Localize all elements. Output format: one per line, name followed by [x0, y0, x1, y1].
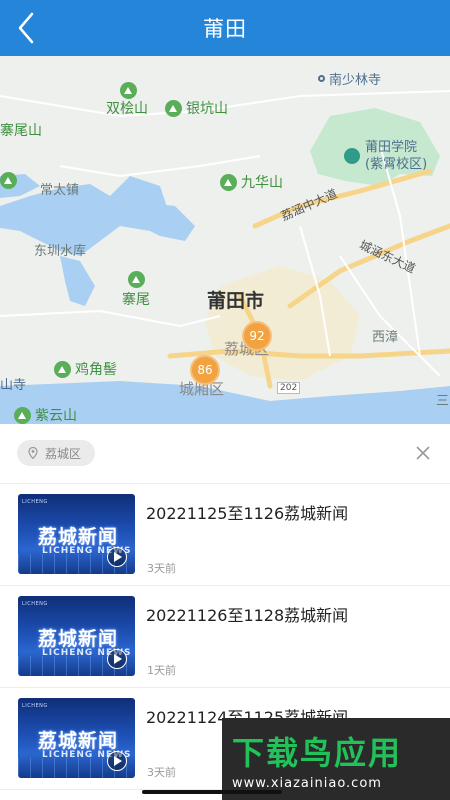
- video-thumbnail[interactable]: LICHENG 荔城新闻 LICHENG NEWS: [18, 698, 135, 778]
- cluster-marker[interactable]: 92: [242, 321, 272, 351]
- poi-yinkeng-mountain[interactable]: 银坑山: [165, 98, 228, 118]
- poi-dot-icon: [318, 75, 325, 82]
- watermark: 下载鸟应用 www.xiazainiao.com: [222, 718, 450, 800]
- page-title: 莆田: [203, 17, 247, 41]
- chevron-left-icon[interactable]: [10, 10, 46, 46]
- list-item[interactable]: LICHENG 荔城新闻 LICHENG NEWS 20221125至1126荔…: [0, 484, 450, 586]
- district-chip-label: 荔城区: [45, 446, 82, 461]
- mountain-icon: [165, 99, 182, 117]
- cluster-marker[interactable]: 86: [190, 355, 220, 385]
- poi-green-edge[interactable]: [0, 172, 21, 189]
- poi-green[interactable]: [120, 82, 141, 99]
- place-xizhang: 西漳: [372, 330, 399, 345]
- place-edge: 三: [436, 394, 450, 409]
- poi-zhaiwei-mountain[interactable]: 寨尾山: [0, 120, 42, 140]
- play-icon[interactable]: [107, 751, 127, 771]
- poi-jiuhua-mountain[interactable]: 九华山: [220, 172, 283, 192]
- poi-zhaiwei[interactable]: 寨尾: [122, 289, 150, 309]
- poi-green[interactable]: [128, 271, 149, 288]
- video-thumbnail[interactable]: LICHENG 荔城新闻 LICHENG NEWS: [18, 596, 135, 676]
- location-pin-icon: [28, 447, 38, 459]
- mountain-icon: [120, 82, 137, 99]
- header-bar: 莆田: [0, 0, 450, 56]
- district-chip[interactable]: 荔城区: [17, 440, 96, 466]
- city-label: 莆田市: [207, 290, 265, 312]
- home-indicator[interactable]: [142, 790, 282, 794]
- mountain-icon: [220, 173, 237, 191]
- poi-shuanggui-mountain[interactable]: 双桧山: [106, 98, 148, 118]
- page: 莆田 南少林寺 双桧山 银坑山 寨尾山 莆田学院 (紫霄校区) 常太镇 九华山 …: [0, 0, 450, 800]
- play-icon[interactable]: [107, 547, 127, 567]
- poi-jijiaoji[interactable]: 鸡角髻: [54, 359, 117, 379]
- watermark-title: 下载鸟应用: [232, 734, 403, 772]
- map-view[interactable]: 南少林寺 双桧山 银坑山 寨尾山 莆田学院 (紫霄校区) 常太镇 九华山 东圳水…: [0, 56, 450, 424]
- poi-putian-university[interactable]: 莆田学院 (紫霄校区): [344, 139, 427, 173]
- play-icon[interactable]: [107, 649, 127, 669]
- news-title[interactable]: 20221125至1126荔城新闻: [146, 500, 348, 524]
- news-time: 1天前: [147, 664, 176, 677]
- place-dongzhen-reservoir: 东圳水库: [34, 244, 87, 259]
- poi-south-shaolin[interactable]: 南少林寺: [318, 69, 381, 88]
- news-title[interactable]: 20221126至1128荔城新闻: [146, 602, 348, 626]
- mountain-icon: [54, 360, 71, 378]
- place-shansi: 山寺: [0, 378, 27, 393]
- news-time: 3天前: [147, 562, 176, 575]
- close-icon[interactable]: [414, 444, 432, 462]
- list-item[interactable]: LICHENG 荔城新闻 LICHENG NEWS 20221126至1128荔…: [0, 586, 450, 688]
- filter-bar: 荔城区: [0, 424, 450, 484]
- news-time: 3天前: [147, 766, 176, 779]
- road-label-202: 202: [277, 382, 301, 394]
- video-thumbnail[interactable]: LICHENG 荔城新闻 LICHENG NEWS: [18, 494, 135, 574]
- place-changtai: 常太镇: [40, 183, 80, 198]
- poi-ziyun-mountain[interactable]: 紫云山: [14, 405, 77, 424]
- mountain-icon: [0, 172, 17, 189]
- mountain-icon: [128, 271, 145, 288]
- mountain-icon: [14, 406, 31, 424]
- watermark-url: www.xiazainiao.com: [232, 776, 382, 791]
